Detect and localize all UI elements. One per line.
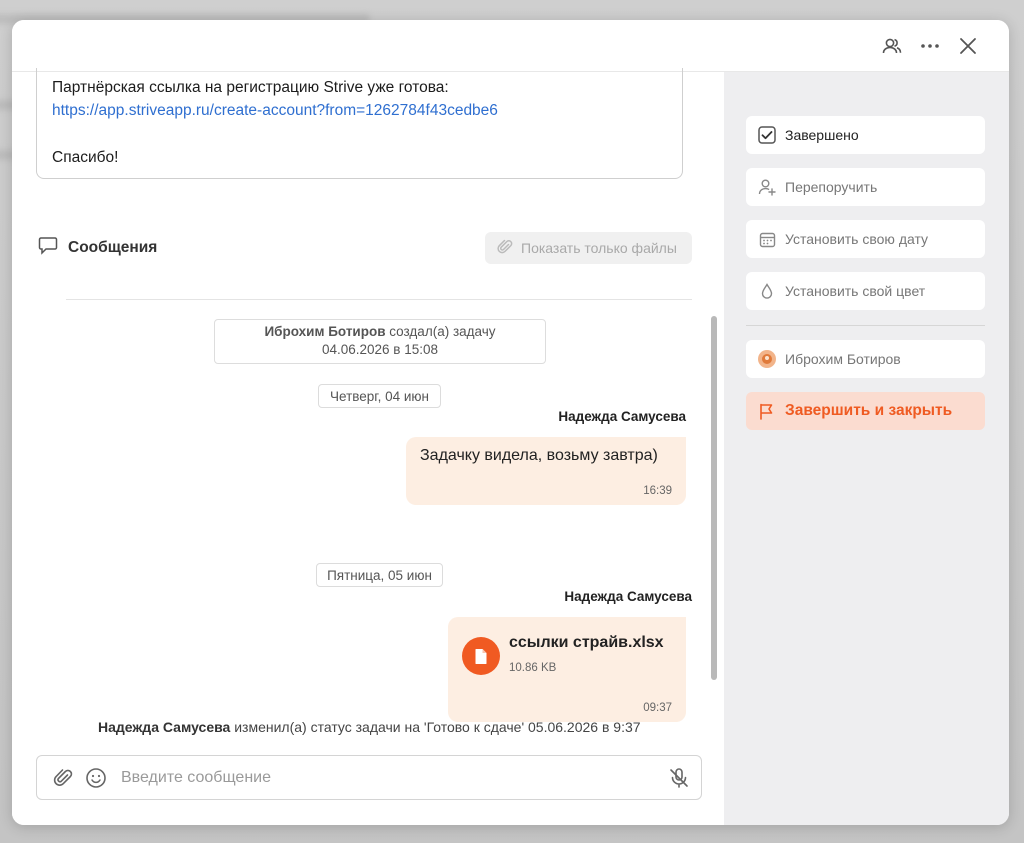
file-message-bubble[interactable]: ссылки страйв.xlsx 10.86 KB 09:37 [448,617,686,722]
file-name[interactable]: ссылки страйв.xlsx [509,634,664,652]
task-description: Партнёрская ссылка на регистрацию Strive… [36,68,683,179]
assignee-button[interactable]: Иброхим Ботиров [746,340,985,378]
flag-icon [758,402,776,420]
calendar-icon [758,230,776,248]
message-time: 16:39 [643,485,672,497]
emoji-icon[interactable] [84,766,108,790]
sidebar-divider [746,325,985,326]
task-created-card: Иброхим Ботиров создал(а) задачу 04.06.2… [214,319,546,364]
set-date-button[interactable]: Установить свою дату [746,220,985,258]
close-icon[interactable] [956,34,980,58]
created-text: создал(а) задачу [385,324,496,339]
set-color-label: Установить свой цвет [785,283,926,299]
participants-icon[interactable] [880,34,904,58]
user-plus-icon [758,178,776,196]
messages-divider [66,299,692,300]
done-label: Завершено [785,127,859,143]
avatar [758,350,776,368]
registration-link[interactable]: https://app.striveapp.ru/create-account?… [52,99,667,122]
date-separator: Пятница, 05 июн [316,563,443,587]
status-change-event: Надежда Самусева изменил(а) статус задач… [98,719,641,735]
checkbox-checked-icon [758,126,776,144]
file-size: 10.86 KB [509,662,557,674]
message-author: Надежда Самусева [564,589,692,604]
finish-label: Завершить и закрыть [785,402,953,419]
created-time: 04.06.2026 в 15:08 [321,342,439,357]
modal-topbar [12,20,1009,72]
task-modal: Партнёрская ссылка на регистрацию Strive… [12,20,1009,825]
reassign-label: Перепоручить [785,179,878,195]
paperclip-icon [497,239,513,258]
feed-scrollbar[interactable] [711,316,717,680]
attach-icon[interactable] [51,766,75,790]
microphone-off-icon[interactable] [667,766,691,790]
description-text: Партнёрская ссылка на регистрацию Strive… [52,79,449,96]
show-files-only-label: Показать только файлы [521,240,677,256]
description-thanks: Спасибо! [52,149,119,166]
status-text: изменил(а) статус задачи на 'Готово к сд… [230,719,641,735]
show-files-only-button[interactable]: Показать только файлы [485,232,692,264]
assignee-label: Иброхим Ботиров [785,351,901,367]
date-separator: Четверг, 04 июн [318,384,441,408]
status-author: Надежда Самусева [98,719,231,735]
set-date-label: Установить свою дату [785,231,929,247]
file-icon [462,637,500,675]
task-main-panel: Партнёрская ссылка на регистрацию Strive… [12,68,724,825]
message-input[interactable] [121,764,641,792]
set-color-button[interactable]: Установить свой цвет [746,272,985,310]
finish-and-close-button[interactable]: Завершить и закрыть [746,392,985,430]
droplet-icon [758,282,776,300]
messages-header: Сообщения [38,237,157,259]
done-toggle[interactable]: Завершено [746,116,985,154]
chat-bubble-icon [38,236,58,260]
reassign-button[interactable]: Перепоручить [746,168,985,206]
created-author: Иброхим Ботиров [264,324,386,339]
messages-title: Сообщения [68,239,158,256]
message-author: Надежда Самусева [558,409,686,424]
message-bubble: Задачку видела, возьму завтра) 16:39 [406,437,686,505]
more-icon[interactable] [918,34,942,58]
message-text: Задачку видела, возьму завтра) [420,447,658,464]
message-composer [36,755,702,800]
message-time: 09:37 [643,702,672,714]
task-actions-sidebar: Завершено Перепоручить Установить свою д… [724,72,1009,825]
